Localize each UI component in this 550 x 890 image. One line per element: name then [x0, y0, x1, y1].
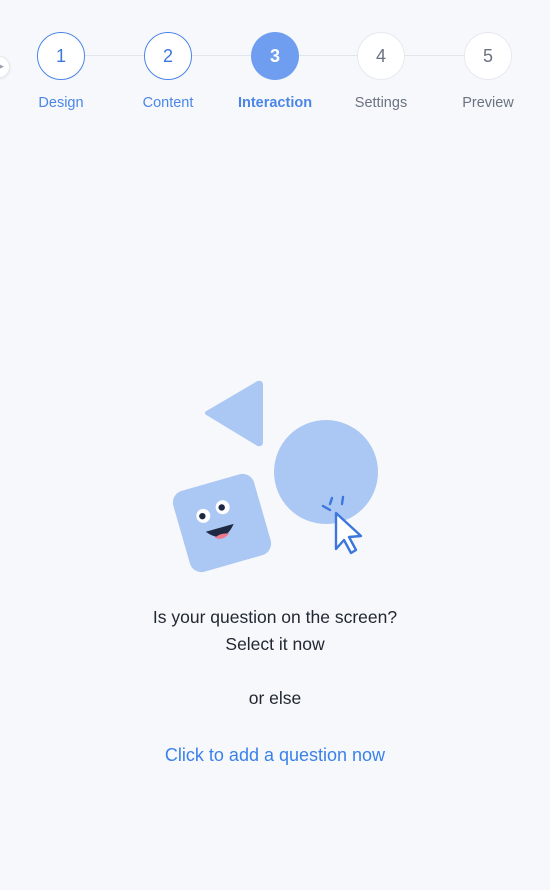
empty-state-line-2: Select it now [225, 634, 325, 654]
wizard-stepper: 1 Design 2 Content 3 Interaction 4 Setti… [0, 32, 550, 112]
step-interaction[interactable]: 3 Interaction [220, 32, 330, 111]
empty-state-line-1: Is your question on the screen? [152, 607, 398, 627]
step-label: Settings [354, 95, 408, 111]
interaction-step-page: ▸ 1 Design 2 Content 3 Interaction 4 Set… [0, 0, 550, 890]
step-number: 5 [464, 32, 512, 80]
step-number: 3 [251, 32, 299, 80]
shapes-with-cursor-illustration [172, 380, 378, 573]
step-label: Content [142, 95, 194, 111]
step-number: 4 [357, 32, 405, 80]
step-label: Preview [462, 95, 514, 111]
step-preview[interactable]: 5 Preview [433, 32, 543, 111]
step-content[interactable]: 2 Content [113, 32, 223, 111]
cursor-arrow-icon [334, 511, 363, 555]
step-design[interactable]: 1 Design [6, 32, 116, 111]
step-label: Interaction [237, 95, 313, 111]
step-number: 1 [37, 32, 85, 80]
step-settings[interactable]: 4 Settings [326, 32, 436, 111]
empty-state-separator: or else [248, 688, 302, 708]
smiling-square-shape [172, 473, 272, 573]
add-question-link[interactable]: Click to add a question now [0, 745, 550, 766]
triangle-shape [205, 380, 263, 447]
step-number: 2 [144, 32, 192, 80]
step-label: Design [38, 95, 84, 111]
